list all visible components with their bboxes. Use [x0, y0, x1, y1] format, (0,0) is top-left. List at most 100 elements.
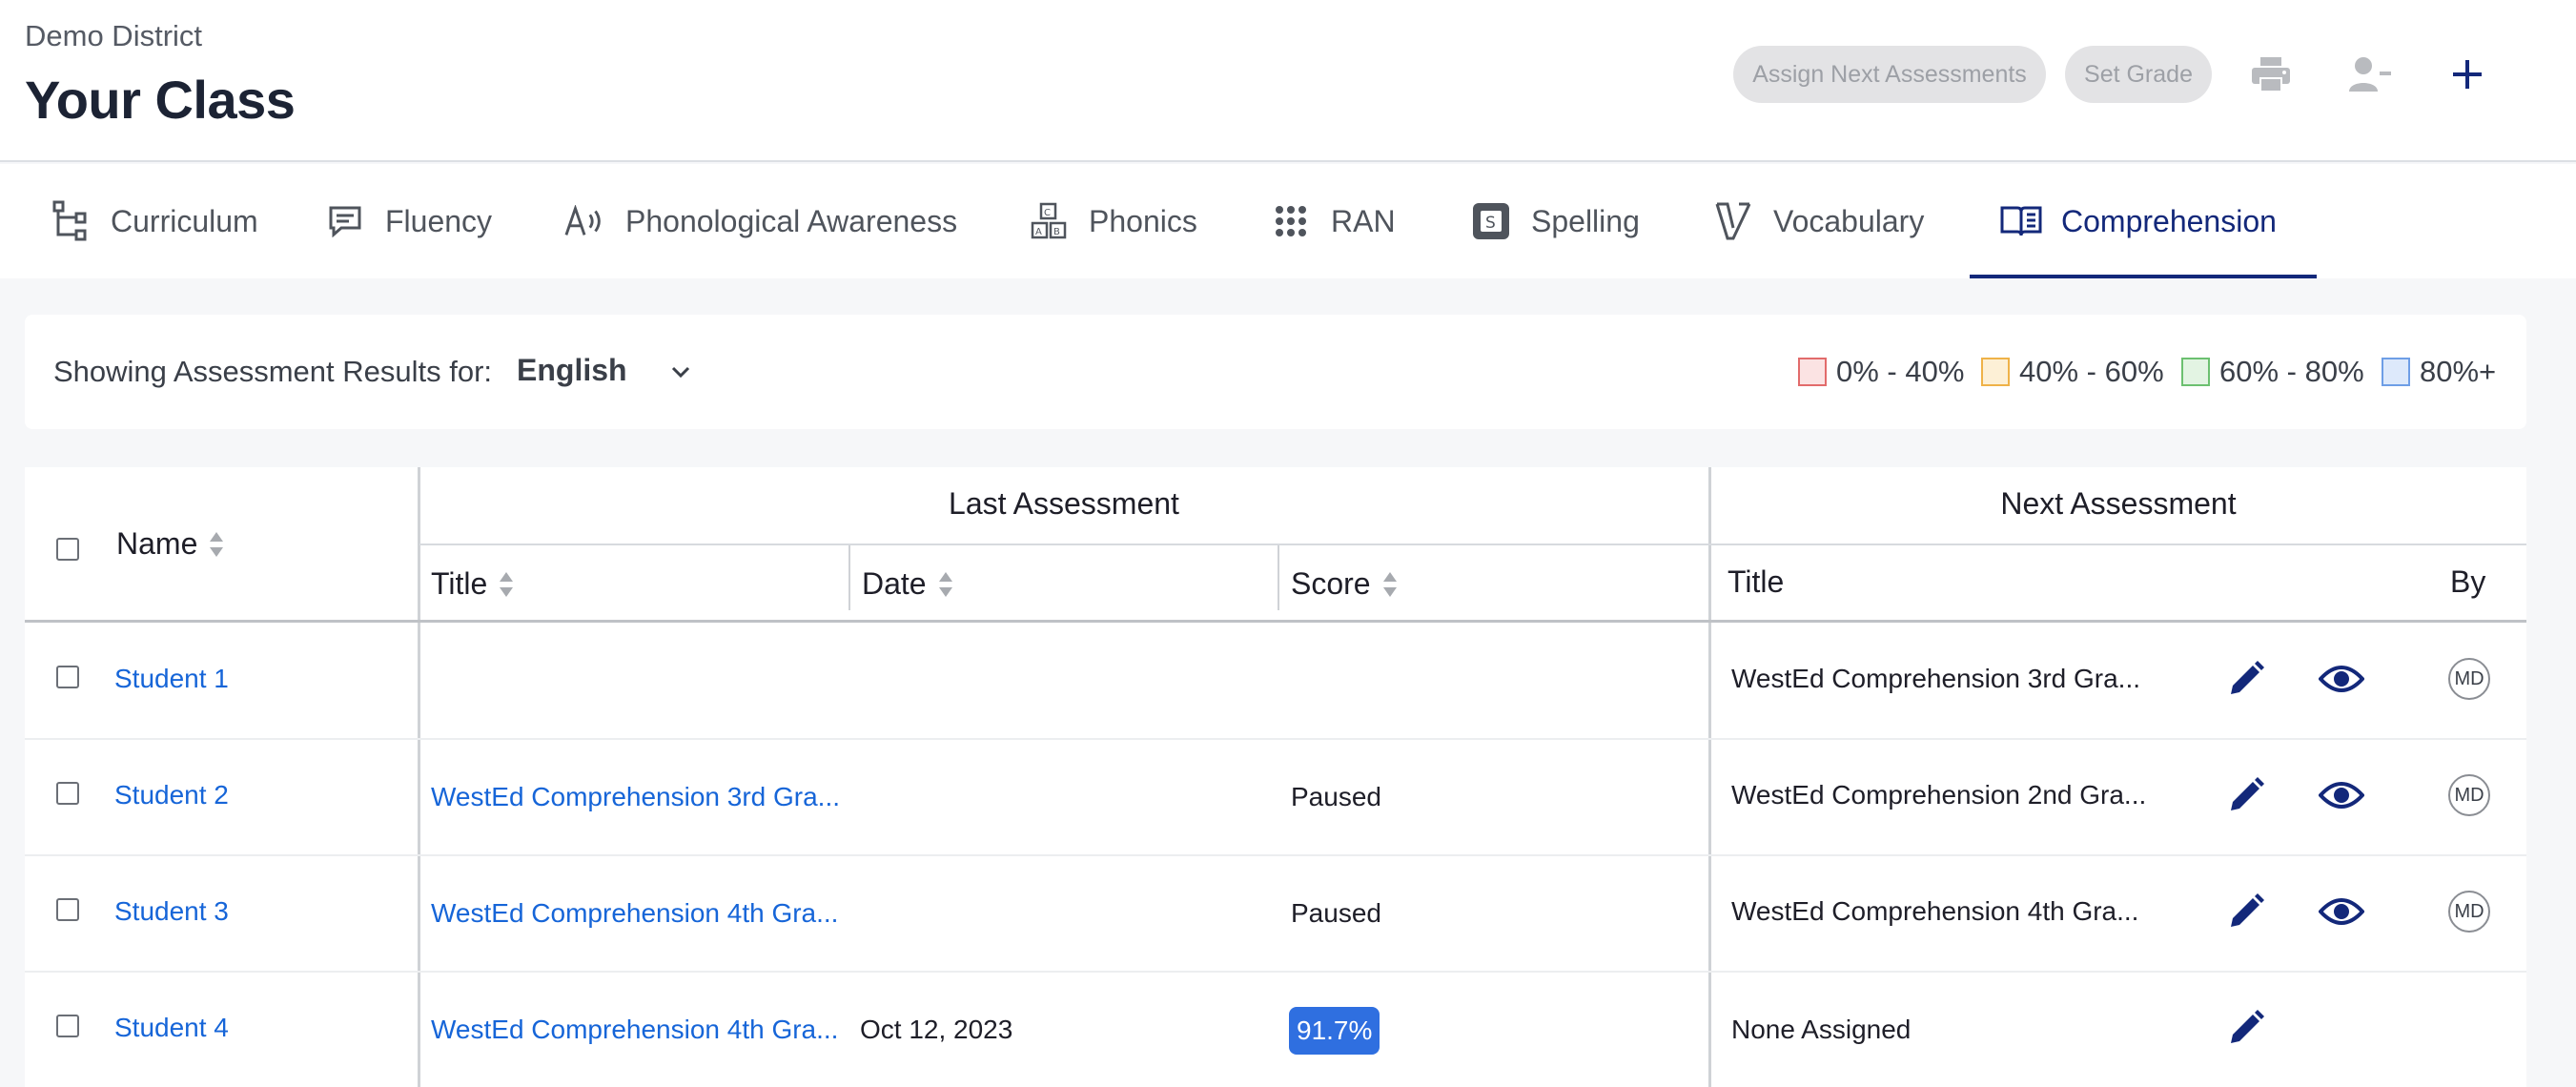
- add-icon[interactable]: [2441, 48, 2494, 101]
- tab-label: Spelling: [1531, 203, 1640, 238]
- edit-pencil-icon[interactable]: [2223, 656, 2269, 702]
- assigner-avatar: MD: [2448, 891, 2490, 933]
- tab-label: Vocabulary: [1773, 203, 1925, 238]
- row-checkbox[interactable]: [56, 898, 79, 921]
- chat-icon: [324, 200, 366, 242]
- legend-swatch-orange: [1981, 358, 2010, 386]
- last-assessment-title-link[interactable]: WestEd Comprehension 4th Gra...: [431, 1015, 838, 1045]
- tab-fluency[interactable]: Fluency: [324, 164, 492, 278]
- svg-text:B: B: [1053, 227, 1060, 237]
- tab-label: RAN: [1331, 203, 1396, 238]
- view-eye-icon[interactable]: [2319, 772, 2364, 818]
- curriculum-tree-icon: [50, 200, 92, 242]
- sort-icon[interactable]: [1382, 570, 1398, 599]
- assign-next-assessments-button[interactable]: Assign Next Assessments: [1733, 46, 2046, 103]
- view-eye-icon[interactable]: [2319, 889, 2364, 934]
- legend-item-0-40: 0% - 40%: [1798, 355, 1964, 389]
- view-eye-icon[interactable]: [2319, 656, 2364, 702]
- student-name-link[interactable]: Student 1: [114, 664, 229, 694]
- svg-text:C: C: [1044, 208, 1051, 218]
- name-column-header[interactable]: Name: [116, 526, 224, 562]
- score-status: Paused: [1291, 898, 1381, 928]
- last-assessment-title-link[interactable]: WestEd Comprehension 4th Gra...: [431, 898, 838, 929]
- tab-label: Comprehension: [2061, 203, 2277, 238]
- by-column-header: By: [2450, 564, 2486, 599]
- sort-icon[interactable]: [209, 530, 224, 559]
- tab-label: Phonics: [1089, 203, 1197, 238]
- column-divider: [1708, 467, 1711, 1087]
- legend-label: 40% - 60%: [2019, 355, 2164, 388]
- last-assessment-group-header: Last Assessment: [949, 486, 1179, 521]
- assigner-avatar: MD: [2448, 774, 2490, 816]
- tab-phonics[interactable]: C A B Phonics: [1028, 164, 1197, 278]
- svg-text:S: S: [1485, 214, 1496, 233]
- date-column-header[interactable]: Date: [862, 566, 953, 602]
- legend-item-40-60: 40% - 60%: [1981, 355, 2164, 389]
- chevron-down-icon[interactable]: [667, 359, 694, 385]
- page-title: Your Class: [25, 70, 296, 130]
- tab-label: Fluency: [385, 203, 493, 238]
- tab-spelling[interactable]: S Spelling: [1470, 164, 1640, 278]
- student-name-link[interactable]: Student 2: [114, 780, 229, 810]
- row-divider: [25, 971, 2526, 973]
- legend-swatch-green: [2181, 358, 2210, 386]
- edit-pencil-icon[interactable]: [2223, 772, 2269, 818]
- next-assessment-title: WestEd Comprehension 2nd Gra...: [1731, 780, 2147, 810]
- row-divider: [25, 854, 2526, 856]
- s-box-icon: S: [1470, 200, 1512, 242]
- legend-swatch-red: [1798, 358, 1827, 386]
- legend-item-60-80: 60% - 80%: [2181, 355, 2364, 389]
- row-divider: [25, 738, 2526, 740]
- row-checkbox[interactable]: [56, 1015, 79, 1037]
- column-divider: [848, 545, 850, 610]
- tab-phonological-awareness[interactable]: Phonological Awareness: [564, 164, 957, 278]
- assessment-date: Oct 12, 2023: [860, 1015, 1013, 1044]
- assessment-tabs: Curriculum Fluency Phonological Awarenes…: [0, 164, 2576, 278]
- edit-pencil-icon[interactable]: [2223, 889, 2269, 934]
- results-table: Name Last Assessment Next Assessment Tit…: [25, 467, 2526, 1087]
- tab-comprehension[interactable]: Comprehension: [1970, 164, 2317, 278]
- score-status: Paused: [1291, 782, 1381, 811]
- assigner-avatar: MD: [2448, 658, 2490, 700]
- set-grade-button[interactable]: Set Grade: [2065, 46, 2212, 103]
- last-assessment-title-link[interactable]: WestEd Comprehension 3rd Gra...: [431, 782, 840, 812]
- tab-vocabulary[interactable]: Vocabulary: [1712, 164, 1924, 278]
- score-badge: 91.7%: [1289, 1007, 1380, 1055]
- next-title-column-header: Title: [1728, 564, 1785, 599]
- header-label: Title: [431, 566, 488, 601]
- next-assessment-title: WestEd Comprehension 3rd Gra...: [1731, 664, 2141, 693]
- student-name-link[interactable]: Student 4: [114, 1013, 229, 1043]
- legend-label: 60% - 80%: [2219, 355, 2364, 388]
- sort-icon[interactable]: [499, 570, 514, 599]
- tab-label: Phonological Awareness: [625, 203, 958, 238]
- edit-pencil-icon[interactable]: [2223, 1005, 2269, 1051]
- dot-grid-icon: [1270, 200, 1312, 242]
- sound-a-icon: [564, 200, 606, 242]
- row-checkbox[interactable]: [56, 782, 79, 805]
- print-icon[interactable]: [2244, 48, 2298, 101]
- score-column-header[interactable]: Score: [1291, 566, 1398, 602]
- tab-ran[interactable]: RAN: [1270, 164, 1396, 278]
- legend-item-80-plus: 80%+: [2382, 355, 2496, 389]
- language-select[interactable]: English: [517, 353, 627, 388]
- results-filter-bar: Showing Assessment Results for: English …: [25, 315, 2526, 429]
- tab-label: Curriculum: [111, 203, 258, 238]
- tab-curriculum[interactable]: Curriculum: [50, 164, 258, 278]
- next-assessment-group-header: Next Assessment: [2000, 486, 2237, 521]
- row-checkbox[interactable]: [56, 666, 79, 688]
- header-divider: [419, 544, 2526, 545]
- sort-icon[interactable]: [938, 570, 953, 599]
- filter-label: Showing Assessment Results for:: [53, 355, 493, 388]
- page-header: Demo District Your Class Assign Next Ass…: [0, 0, 2576, 162]
- remove-student-icon[interactable]: [2343, 48, 2397, 101]
- column-divider: [418, 467, 420, 1087]
- abc-blocks-icon: C A B: [1028, 200, 1070, 242]
- student-name-link[interactable]: Student 3: [114, 896, 229, 927]
- svg-text:A: A: [1035, 227, 1042, 237]
- header-label: Date: [862, 566, 927, 601]
- select-all-checkbox[interactable]: [56, 538, 79, 561]
- header-bottom-border: [25, 620, 2526, 623]
- legend-label: 0% - 40%: [1836, 355, 1965, 388]
- title-column-header[interactable]: Title: [431, 566, 514, 602]
- legend-swatch-blue: [2382, 358, 2410, 386]
